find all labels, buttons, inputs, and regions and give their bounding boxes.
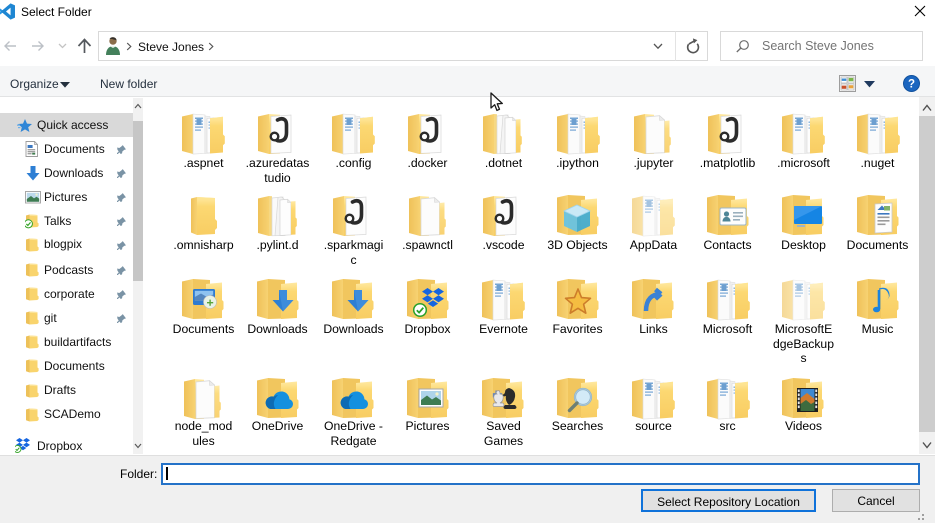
svg-text:?: ? — [908, 79, 915, 91]
